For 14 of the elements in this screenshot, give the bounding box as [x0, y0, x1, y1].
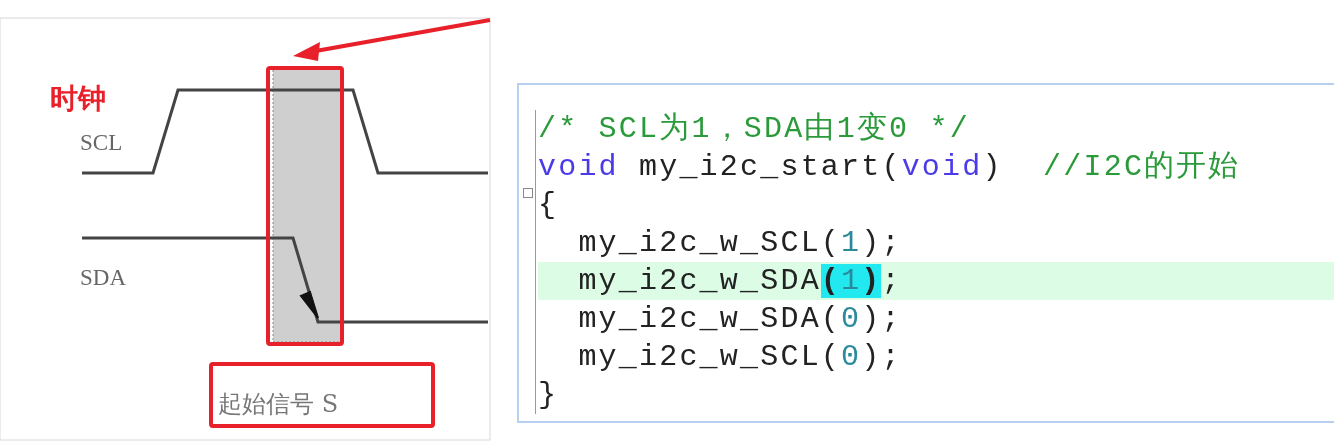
caption-text: 起始信号 S: [218, 390, 339, 418]
code-line: {: [538, 187, 560, 224]
signal-label: SCL: [80, 130, 123, 155]
arrowhead-icon: [299, 290, 319, 319]
code-line: my_i2c_w_SDA(0);: [577, 301, 903, 338]
code-line: my_i2c_w_SCL(0);: [577, 339, 903, 376]
signal-label: SDA: [80, 265, 126, 290]
code-line: }: [538, 377, 560, 414]
collapse-icon[interactable]: [523, 188, 533, 198]
code-line: my_i2c_w_SCL(1);: [577, 225, 903, 262]
code-editor[interactable]: /* SCL为1，SDA由1变0 */ void my_i2c_start(void) //I2C的开始 { my_i2c_w_SCL(1); my_i2c_w_SDA(1); my_i2c_w_SDA(0); my_i2c_w_SCL(0); }: [517, 83, 1334, 423]
code-line: /* SCL为1，SDA由1变0 */: [538, 111, 971, 148]
clock-label: 时钟: [50, 82, 106, 115]
code-line: void my_i2c_start(void) //I2C的开始: [538, 149, 1242, 186]
